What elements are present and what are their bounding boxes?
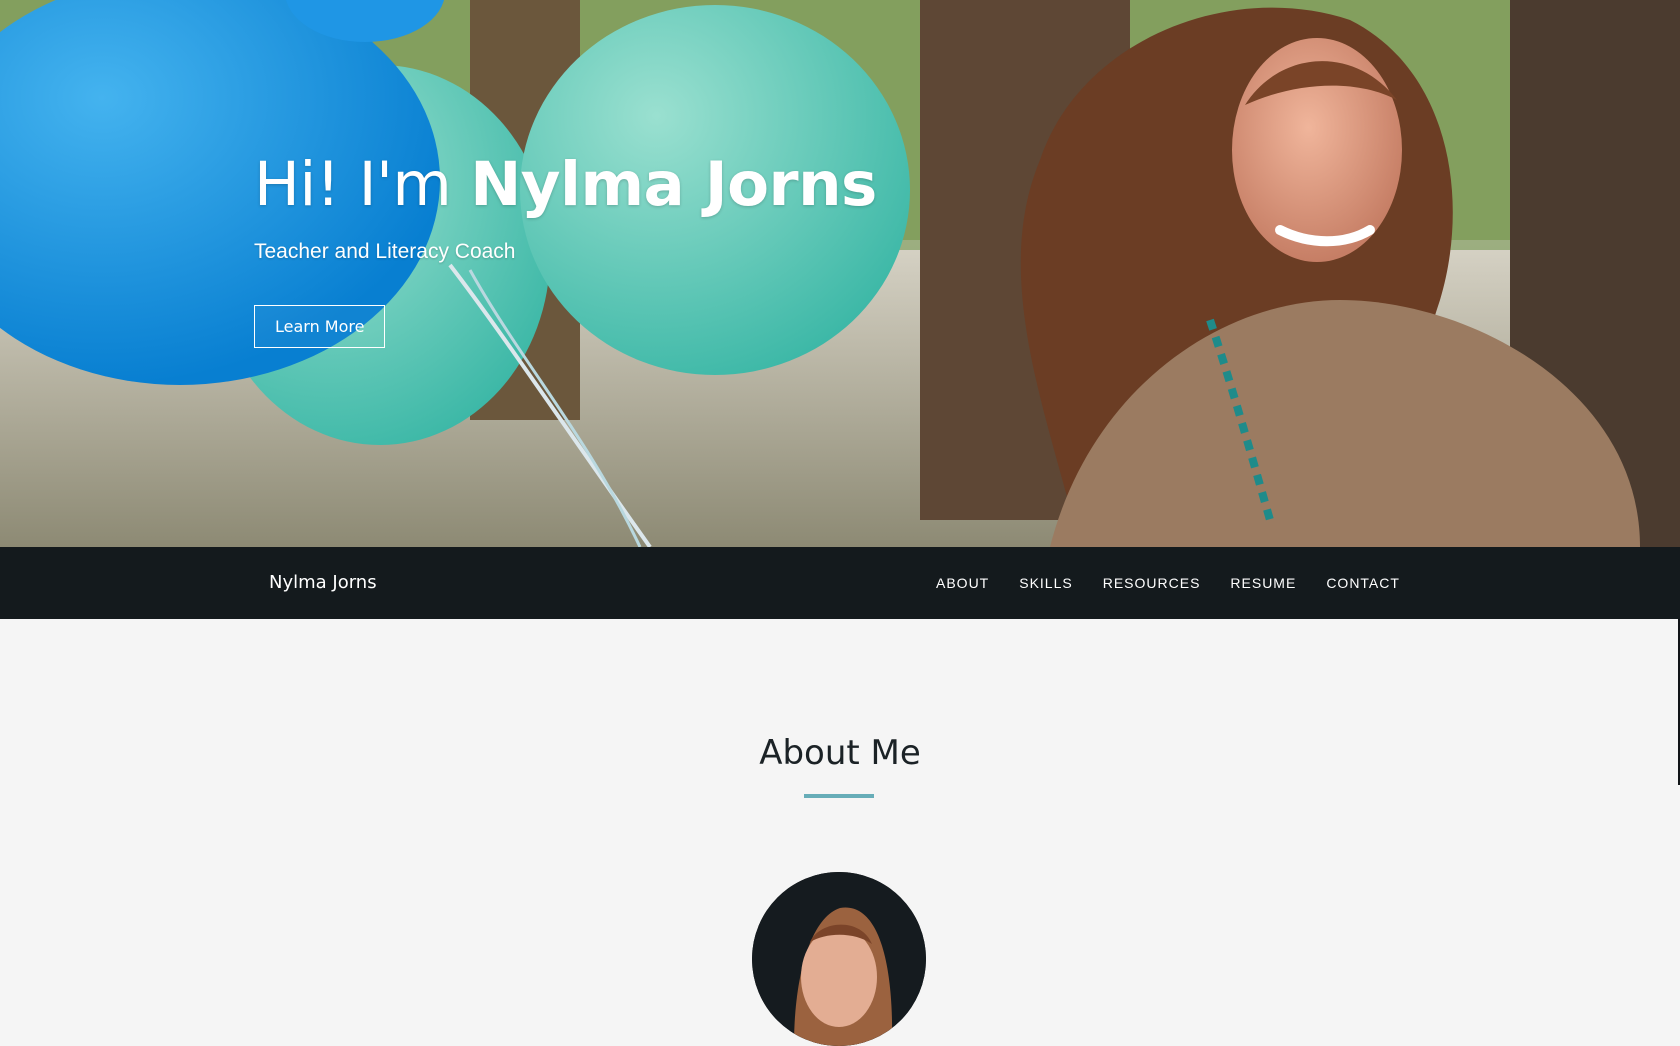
about-divider (804, 794, 874, 798)
hero-name: Nylma Jorns (470, 149, 877, 220)
avatar-image (752, 872, 926, 1046)
hero-text-block: Hi! I'm Nylma Jorns Teacher and Literacy… (254, 148, 877, 348)
main-navbar: Nylma Jorns ABOUT SKILLS RESOURCES RESUM… (0, 547, 1680, 619)
about-avatar (752, 872, 926, 1046)
learn-more-button[interactable]: Learn More (254, 305, 386, 348)
about-section: About Me (0, 619, 1680, 1046)
nav-link-resume[interactable]: RESUME (1230, 575, 1296, 591)
nav-links: ABOUT SKILLS RESOURCES RESUME CONTACT (936, 547, 1400, 619)
nav-link-about[interactable]: ABOUT (936, 575, 989, 591)
nav-link-contact[interactable]: CONTACT (1326, 575, 1400, 591)
brand-link[interactable]: Nylma Jorns (269, 547, 377, 619)
nav-link-resources[interactable]: RESOURCES (1103, 575, 1201, 591)
nav-link-skills[interactable]: SKILLS (1019, 575, 1072, 591)
hero-subtitle: Teacher and Literacy Coach (254, 240, 516, 263)
hero-title: Hi! I'm Nylma Jorns (254, 148, 877, 222)
about-title: About Me (759, 733, 921, 773)
hero-greeting: Hi! I'm (254, 149, 471, 220)
hero-section: Hi! I'm Nylma Jorns Teacher and Literacy… (0, 0, 1680, 547)
